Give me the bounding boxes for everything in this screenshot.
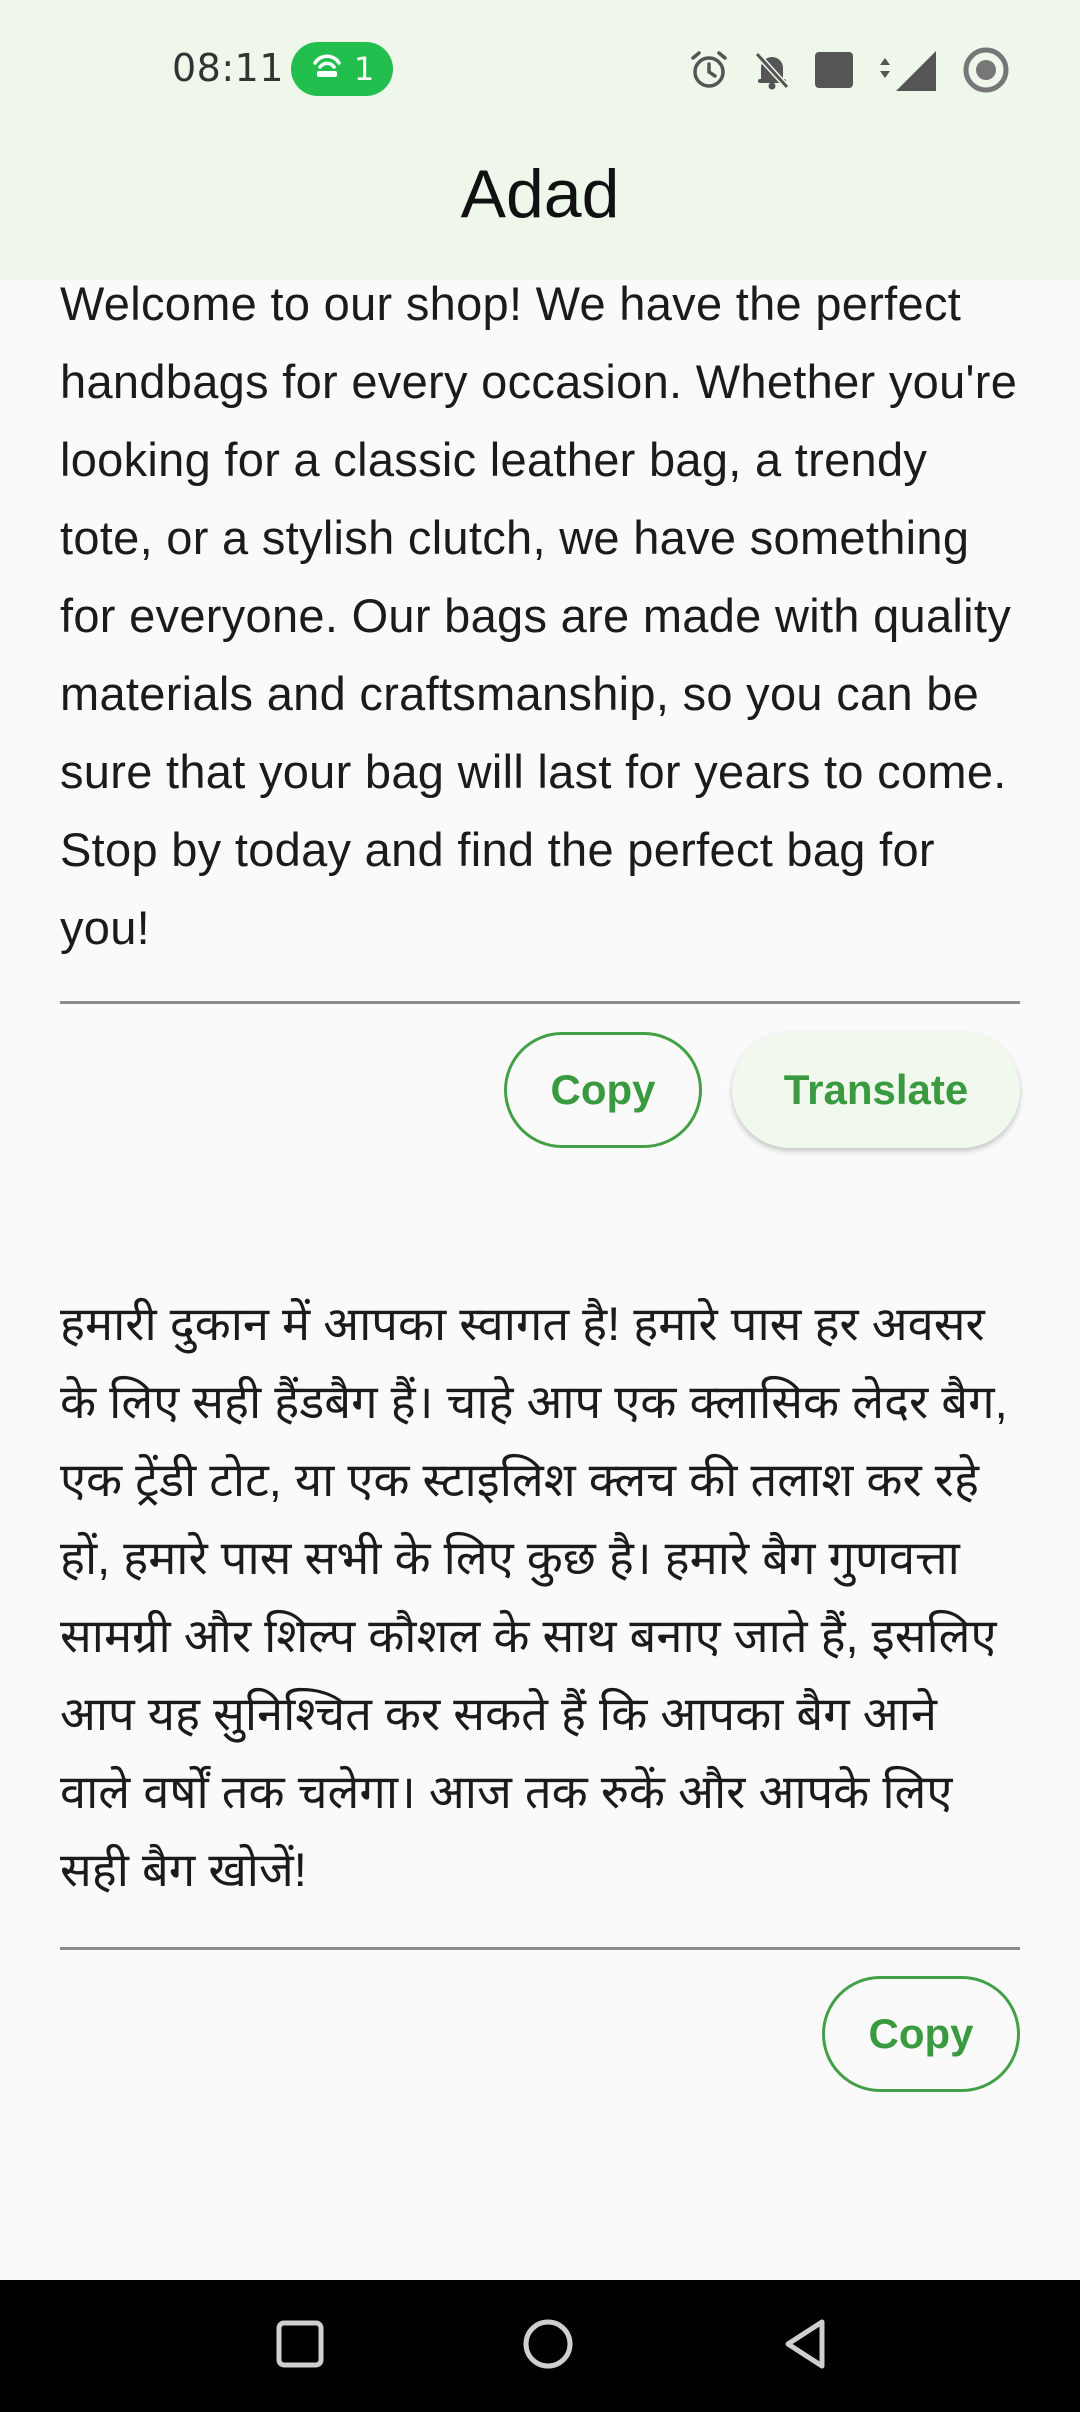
record-icon [962,46,1010,94]
navigation-bar [0,2280,1080,2412]
translated-text: हमारी दुकान में आपका स्वागत है! हमारे पा… [60,1297,1008,1896]
recents-square-icon [274,2318,326,2374]
status-time: 08:11 [172,46,285,90]
copy-translation-button[interactable]: Copy [822,1976,1020,2092]
back-button[interactable] [770,2310,842,2382]
hotspot-count: 1 [353,50,375,88]
top-app-bar: 08:11 1 Adad [0,0,1080,280]
content-area: Welcome to our shop! We have the perfect… [60,265,1020,2092]
translation-actions: Copy [60,1976,1020,2092]
original-actions: Copy Translate [60,1032,1020,1148]
translation-divider [60,1947,1020,1950]
status-icons [688,44,1010,96]
original-divider [60,1001,1020,1004]
original-text: Welcome to our shop! We have the perfect… [60,277,1018,954]
recents-button[interactable] [264,2310,336,2382]
bell-off-icon [752,49,792,91]
translate-button[interactable]: Translate [732,1032,1020,1148]
home-button[interactable] [512,2310,584,2382]
alarm-icon [688,49,730,91]
volte-icon [814,50,854,90]
copy-original-button[interactable]: Copy [504,1032,702,1148]
hotspot-icon [310,50,344,88]
screen: 08:11 1 Adad Welcome to our shop! We hav… [0,0,1080,2412]
status-bar: 08:11 1 [0,0,1080,140]
signal-4g-icon [876,47,940,93]
home-circle-icon [520,2316,576,2376]
hotspot-indicator[interactable]: 1 [291,42,393,96]
back-triangle-icon [778,2316,834,2376]
app-title: Adad [460,156,620,232]
